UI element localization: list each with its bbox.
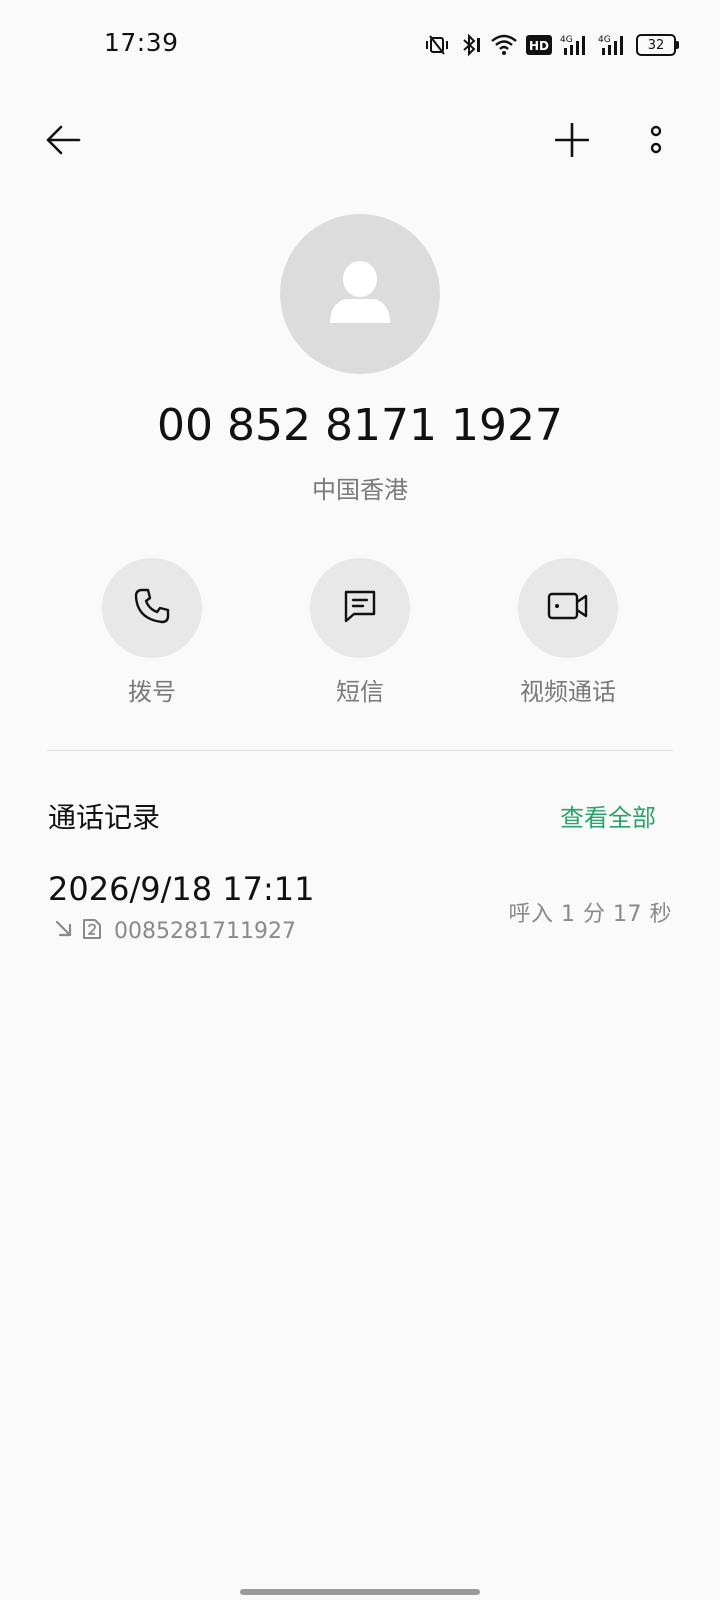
video-call-action[interactable]: 视频通话	[478, 558, 658, 707]
wifi-icon	[490, 33, 518, 57]
battery-level: 32	[647, 37, 665, 53]
signal-4g-icon: 4G	[598, 33, 628, 57]
record-type-duration: 呼入 1 分 17 秒	[508, 902, 672, 927]
avatar	[280, 214, 440, 374]
record-details: 0085281711927	[54, 918, 296, 944]
video-call-label: 视频通话	[520, 678, 616, 706]
divider	[47, 750, 673, 751]
call-log-record[interactable]: 2026/9/18 17:11 0085281711927 呼入 1 分 17 …	[48, 868, 672, 952]
home-indicator[interactable]	[240, 1589, 480, 1595]
sms-button[interactable]	[310, 558, 410, 658]
contact-phone-number: 00 852 8171 1927	[157, 400, 563, 451]
svg-text:4G: 4G	[598, 35, 611, 45]
message-icon	[342, 588, 378, 628]
status-icons: HD 4G 4G 32	[422, 30, 679, 60]
call-button[interactable]	[102, 558, 202, 658]
status-bar: 17:39 HD 4G 4G 32	[0, 0, 720, 90]
back-arrow-icon	[45, 125, 81, 159]
contact-actions: 拨号 短信 视频通话	[0, 558, 720, 708]
sms-action[interactable]: 短信	[270, 558, 450, 707]
call-action[interactable]: 拨号	[62, 558, 242, 707]
video-icon	[547, 591, 589, 625]
svg-text:HD: HD	[529, 39, 549, 53]
phone-icon	[133, 587, 171, 629]
call-label: 拨号	[128, 678, 176, 706]
sim-2-icon	[82, 918, 102, 944]
view-all-link[interactable]: 查看全部	[560, 798, 656, 833]
back-button[interactable]	[31, 110, 95, 174]
plus-icon	[554, 122, 590, 161]
more-vertical-icon	[649, 125, 663, 159]
signal-4g-icon: 4G	[560, 33, 590, 57]
top-app-bar	[0, 100, 720, 184]
call-log-title: 通话记录	[48, 801, 161, 834]
more-options-button[interactable]	[624, 110, 688, 174]
sms-label: 短信	[336, 678, 384, 706]
vibrate-mute-icon	[422, 33, 452, 57]
incoming-arrow-icon	[54, 919, 74, 943]
person-icon	[328, 259, 392, 329]
record-number: 0085281711927	[114, 918, 296, 944]
status-time: 17:39	[104, 28, 179, 57]
add-contact-button[interactable]	[540, 110, 604, 174]
record-datetime: 2026/9/18 17:11	[48, 870, 315, 908]
battery-icon: 32	[636, 34, 679, 56]
bluetooth-icon	[460, 33, 482, 57]
hd-icon: HD	[526, 34, 552, 56]
video-call-button[interactable]	[518, 558, 618, 658]
svg-text:4G: 4G	[560, 35, 573, 45]
contact-region: 中国香港	[312, 476, 408, 504]
